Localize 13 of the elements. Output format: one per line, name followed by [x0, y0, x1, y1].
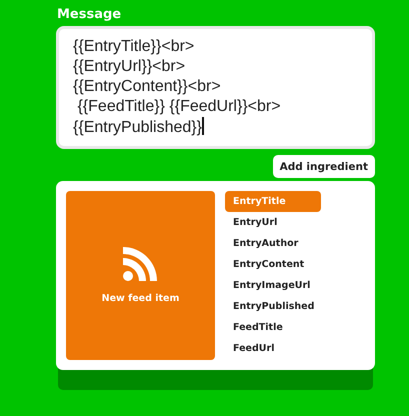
- trigger-name: New feed item: [102, 293, 180, 304]
- ingredient-item[interactable]: EntryPublished: [225, 296, 321, 317]
- ingredient-item[interactable]: EntryAuthor: [225, 233, 321, 254]
- message-field[interactable]: {{EntryTitle}}<br> {{EntryUrl}}<br> {{EntryContent}}<br> {{FeedTitle}} {{FeedUrl}}<br> {{EntryPublished}}: [56, 26, 375, 149]
- text-cursor: [202, 117, 204, 135]
- add-ingredient-button[interactable]: Add ingredient: [272, 155, 375, 178]
- rss-icon: [122, 247, 158, 281]
- ingredient-item[interactable]: FeedUrl: [225, 338, 321, 359]
- ingredient-item[interactable]: EntryImageUrl: [225, 275, 321, 296]
- ingredient-item[interactable]: EntryUrl: [225, 212, 321, 233]
- ingredient-item[interactable]: FeedTitle: [225, 317, 321, 338]
- field-label: Message: [57, 6, 122, 24]
- ingredient-item[interactable]: EntryContent: [225, 254, 321, 275]
